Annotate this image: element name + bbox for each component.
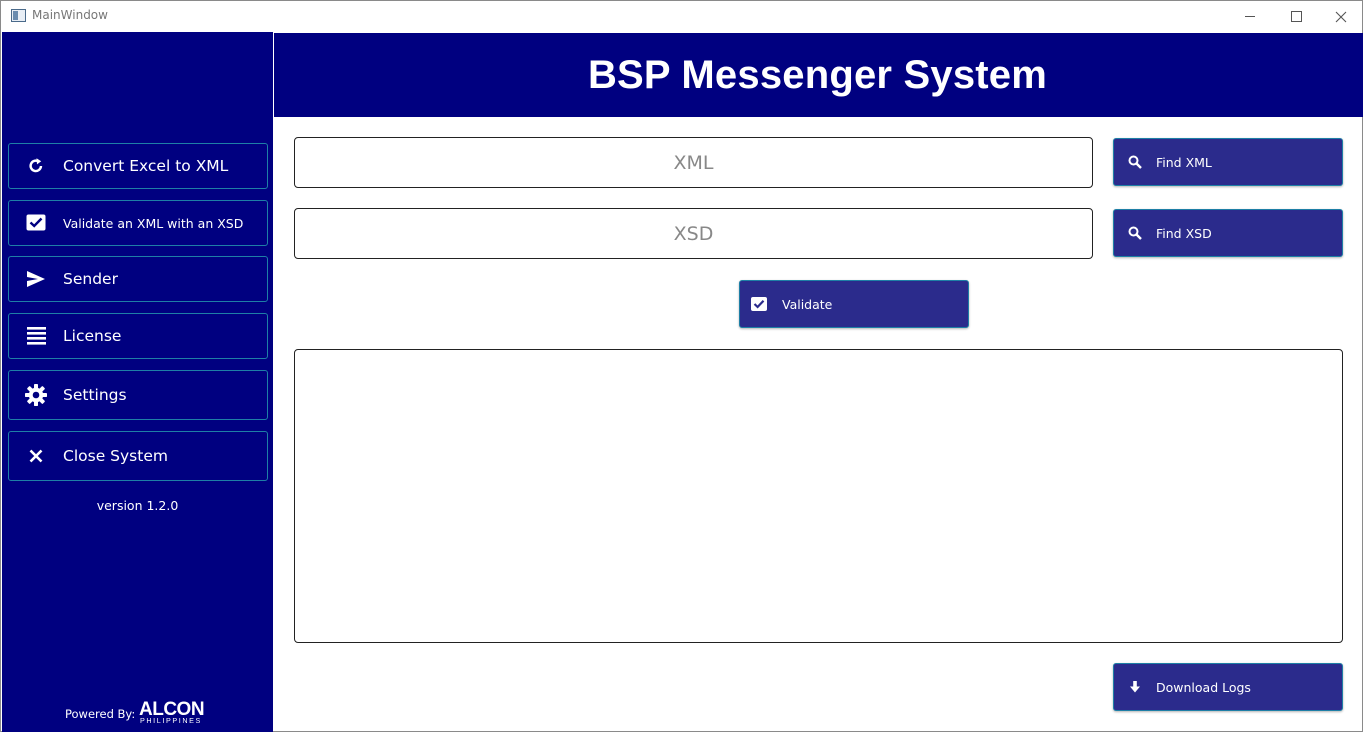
- window-app-icon: [11, 9, 26, 22]
- validate-button[interactable]: Validate: [739, 280, 969, 328]
- title-bar: MainWindow: [1, 1, 1362, 32]
- sidebar-item-label: Close System: [63, 447, 168, 465]
- list-icon: [9, 327, 63, 345]
- version-label: version 1.2.0: [96, 498, 179, 513]
- window-title: MainWindow: [32, 8, 108, 22]
- download-logs-button[interactable]: Download Logs: [1113, 663, 1343, 711]
- sidebar-item-convert-excel[interactable]: Convert Excel to XML: [8, 143, 268, 189]
- sidebar-item-sender[interactable]: Sender: [8, 256, 268, 302]
- maximize-icon: [1290, 11, 1302, 22]
- sidebar: Convert Excel to XML Validate an XML wit…: [2, 32, 273, 732]
- minimize-button[interactable]: [1227, 1, 1273, 32]
- validate-label: Validate: [782, 296, 833, 312]
- main-window: MainWindow Convert Excel to XML Validate…: [0, 0, 1363, 732]
- search-icon: [1114, 155, 1156, 169]
- sidebar-item-label: Convert Excel to XML: [63, 157, 229, 175]
- find-xsd-button[interactable]: Find XSD: [1113, 209, 1343, 257]
- close-icon: [9, 449, 63, 463]
- alcon-logo: ALCON PHILIPPINES: [139, 699, 205, 724]
- header-banner: BSP Messenger System: [274, 33, 1363, 117]
- search-icon: [1114, 226, 1156, 240]
- refresh-icon: [9, 157, 63, 175]
- sidebar-item-license[interactable]: License: [8, 313, 268, 359]
- window-close-button[interactable]: [1318, 1, 1363, 32]
- find-xsd-label: Find XSD: [1156, 225, 1212, 241]
- xsd-field[interactable]: [294, 208, 1093, 259]
- sidebar-item-label: Validate an XML with an XSD: [63, 215, 244, 231]
- send-icon: [9, 271, 63, 287]
- xsd-input[interactable]: [295, 209, 1092, 258]
- sidebar-item-label: Sender: [63, 270, 118, 288]
- checkbox-icon: [9, 214, 63, 232]
- window-close-icon: [1335, 11, 1347, 22]
- find-xml-button[interactable]: Find XML: [1113, 138, 1343, 186]
- minimize-icon: [1245, 16, 1255, 17]
- page-title: BSP Messenger System: [587, 52, 1048, 97]
- svg-text:PHILIPPINES: PHILIPPINES: [140, 716, 202, 724]
- log-output-area[interactable]: [294, 349, 1343, 643]
- sidebar-item-label: License: [63, 327, 122, 345]
- sidebar-item-close-system[interactable]: Close System: [8, 431, 268, 481]
- checkbox-icon: [740, 297, 778, 311]
- sidebar-item-settings[interactable]: Settings: [8, 370, 268, 420]
- download-logs-label: Download Logs: [1156, 679, 1251, 695]
- sidebar-item-validate[interactable]: Validate an XML with an XSD: [8, 200, 268, 246]
- xml-input[interactable]: [295, 138, 1092, 187]
- xml-field[interactable]: [294, 137, 1093, 188]
- powered-by-label: Powered By:: [65, 707, 136, 721]
- gear-icon: [9, 384, 63, 406]
- find-xml-label: Find XML: [1156, 154, 1212, 170]
- maximize-button[interactable]: [1273, 1, 1319, 32]
- download-icon: [1114, 680, 1156, 694]
- sidebar-item-label: Settings: [63, 386, 127, 404]
